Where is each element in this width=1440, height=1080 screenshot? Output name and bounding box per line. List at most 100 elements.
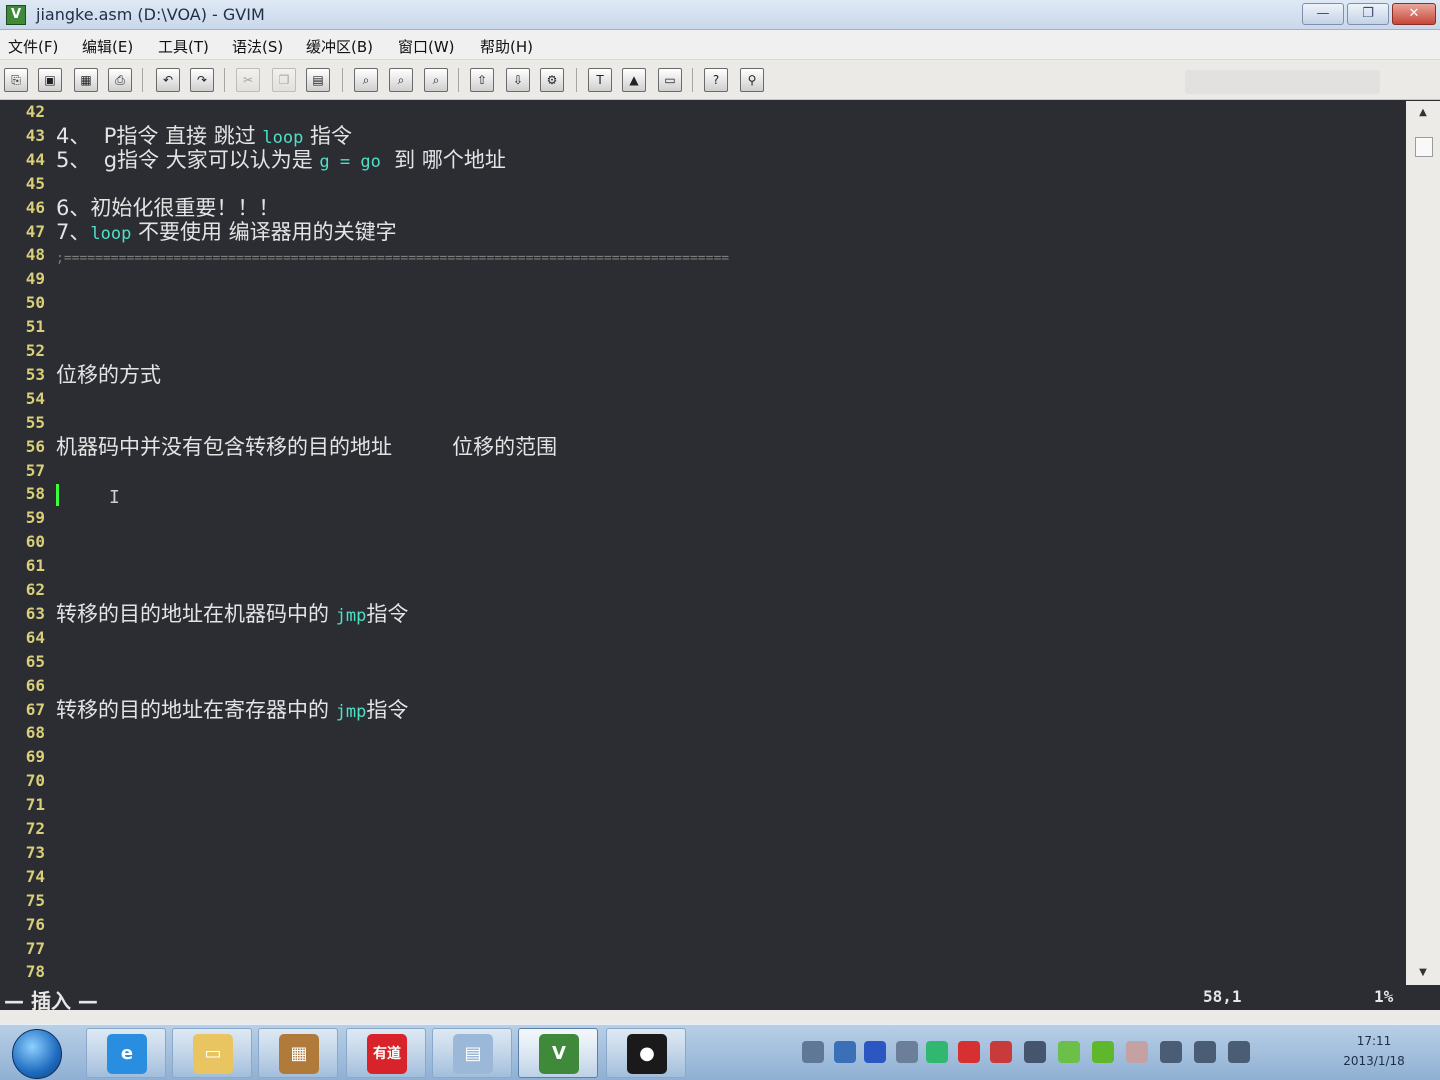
window-frame-bottom (0, 1010, 1440, 1024)
make-icon[interactable]: T (588, 68, 612, 92)
scrollbar-thumb[interactable] (1415, 137, 1433, 157)
tray-icon[interactable] (1058, 1041, 1080, 1063)
build-tags-icon[interactable]: ▲ (622, 68, 646, 92)
line-number: 70 (25, 771, 45, 791)
tray-icon[interactable] (864, 1041, 886, 1063)
menu-item-5[interactable]: 窗口(W) (398, 36, 455, 57)
tray-icon[interactable] (802, 1041, 824, 1063)
print-icon[interactable]: ⎙ (108, 68, 132, 92)
line-text-main: 位移的方式 (56, 362, 161, 387)
start-button[interactable] (12, 1029, 62, 1079)
menu-item-2[interactable]: 工具(T) (158, 36, 209, 57)
line-text-main: 7、 (56, 219, 91, 244)
editor-line: 59 (0, 507, 1406, 531)
menu-item-0[interactable]: 文件(F) (8, 36, 58, 57)
editor-line: 71 (0, 794, 1406, 818)
line-text-tail: 不要使用 编译器用的关键字 (131, 219, 397, 244)
youdao-dict-icon: 有道 (367, 1034, 407, 1074)
taskbar-app-0[interactable]: e (86, 1028, 166, 1078)
scroll-down-arrow-icon[interactable]: ▼ (1406, 963, 1440, 983)
line-text: ;=======================================… (56, 244, 729, 270)
paste-icon[interactable]: ▤ (306, 68, 330, 92)
taskbar-app-3[interactable]: 有道 (346, 1028, 426, 1078)
title-bar: V jiangke.asm (D:\VOA) - GVIM — ❐ ✕ (0, 0, 1440, 30)
jump-tag-icon[interactable]: ▭ (658, 68, 682, 92)
find-prev-icon[interactable]: ⌕ (424, 68, 448, 92)
editor-line: 68 (0, 722, 1406, 746)
help-icon[interactable]: ? (704, 68, 728, 92)
clock[interactable]: 17:11 2013/1/18 (1318, 1031, 1430, 1071)
tray-icon[interactable] (1228, 1041, 1250, 1063)
tray-icon[interactable] (990, 1041, 1012, 1063)
gvim-icon: V (539, 1034, 579, 1074)
vertical-scrollbar[interactable]: ▲ ▼ (1406, 101, 1440, 985)
tray-icon[interactable] (926, 1041, 948, 1063)
menu-item-6[interactable]: 帮助(H) (480, 36, 533, 57)
editor-line: 43 4、 P指令 直接 跳过 loop 指令 (0, 125, 1406, 149)
editor-line: 51 (0, 316, 1406, 340)
tray-icon[interactable] (1126, 1041, 1148, 1063)
cut-icon[interactable]: ✂ (236, 68, 260, 92)
editor-line: 69 (0, 746, 1406, 770)
load-session-icon[interactable]: ⇧ (470, 68, 494, 92)
document-app-icon: ▤ (453, 1034, 493, 1074)
close-button[interactable]: ✕ (1392, 3, 1436, 25)
line-number: 50 (25, 293, 45, 313)
editor-area[interactable]: 42 43 4、 P指令 直接 跳过 loop 指令 44 5、 g指令 大家可以认为是… (0, 101, 1406, 985)
line-number: 44 (25, 149, 45, 169)
save-icon[interactable]: ▣ (38, 68, 62, 92)
editor-line: 56 机器码中并没有包含转移的目的地址 位移的范围 (0, 436, 1406, 460)
taskbar-app-4[interactable]: ▤ (432, 1028, 512, 1078)
minimize-button[interactable]: — (1302, 3, 1344, 25)
editor-line: 49 (0, 268, 1406, 292)
separator-comment: ;=======================================… (56, 251, 730, 267)
editor-line: 61 (0, 555, 1406, 579)
copy-icon[interactable]: ❐ (272, 68, 296, 92)
find-help-icon[interactable]: ⚲ (740, 68, 764, 92)
tray-icon[interactable] (958, 1041, 980, 1063)
menu-item-3[interactable]: 语法(S) (232, 36, 283, 57)
scroll-up-arrow-icon[interactable]: ▲ (1406, 103, 1440, 123)
save-session-icon[interactable]: ⇩ (506, 68, 530, 92)
editor-line: 55 (0, 412, 1406, 436)
editor-line: 64 (0, 627, 1406, 651)
maximize-button[interactable]: ❐ (1347, 3, 1389, 25)
line-number: 76 (25, 914, 45, 934)
menu-item-4[interactable]: 缓冲区(B) (306, 36, 373, 57)
save-all-icon[interactable]: ▦ (74, 68, 98, 92)
taskbar-app-5[interactable]: V (518, 1028, 598, 1078)
line-number: 67 (25, 699, 45, 719)
menu-item-1[interactable]: 编辑(E) (82, 36, 133, 57)
line-number: 54 (25, 388, 45, 408)
editor-line: 77 (0, 938, 1406, 962)
line-number: 46 (25, 197, 45, 217)
run-script-icon[interactable]: ⚙ (540, 68, 564, 92)
tray-icon[interactable] (896, 1041, 918, 1063)
undo-icon[interactable]: ↶ (156, 68, 180, 92)
editor-line: 47 7、loop 不要使用 编译器用的关键字 (0, 221, 1406, 245)
line-number: 43 (25, 125, 45, 145)
line-number: 64 (25, 627, 45, 647)
keyword-text: loop (262, 127, 304, 148)
status-line: — 插入 — 58,1 1% (0, 985, 1406, 1013)
blurred-region (1185, 70, 1380, 94)
find-next-icon[interactable]: ⌕ (389, 68, 413, 92)
toolbar-separator (458, 68, 459, 92)
tray-icon[interactable] (1092, 1041, 1114, 1063)
tray-icon[interactable] (1194, 1041, 1216, 1063)
find-replace-icon[interactable]: ⌕ (354, 68, 378, 92)
taskbar-app-2[interactable]: ▦ (258, 1028, 338, 1078)
line-text: 转移的目的地址在机器码中的 jmp指令 (56, 603, 408, 627)
tray-icon[interactable] (1160, 1041, 1182, 1063)
redo-icon[interactable]: ↷ (190, 68, 214, 92)
line-number: 47 (25, 221, 45, 241)
editor-line: 48 ;=====================================… (0, 244, 1406, 268)
taskbar-app-1[interactable]: ▭ (172, 1028, 252, 1078)
tray-icon[interactable] (1024, 1041, 1046, 1063)
open-icon[interactable]: ⎘ (4, 68, 28, 92)
taskbar-app-6[interactable]: ● (606, 1028, 686, 1078)
gvim-app-icon[interactable]: V (6, 5, 26, 25)
text-cursor (56, 484, 59, 507)
tray-icon[interactable] (834, 1041, 856, 1063)
editor-line: 67 转移的目的地址在寄存器中的 jmp指令 (0, 699, 1406, 723)
